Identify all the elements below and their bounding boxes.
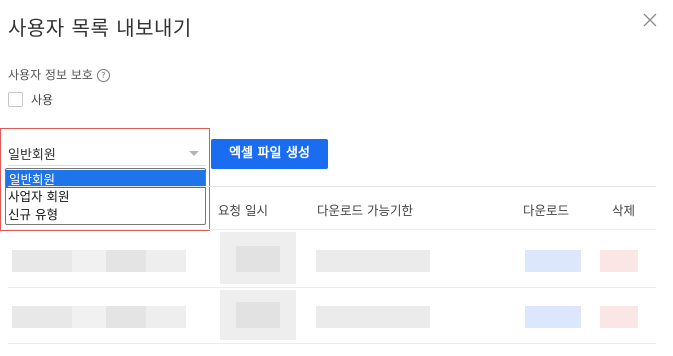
close-icon[interactable] [641,11,659,29]
redacted-cell [106,306,146,328]
redacted-cell [146,250,186,272]
row-separator [8,287,656,288]
redacted-download-button[interactable] [525,306,581,328]
privacy-checkbox-label[interactable]: 사용 [31,91,53,108]
member-type-value: 일반회원 [8,148,56,163]
select-underline [8,165,206,166]
redacted-cell [72,306,106,328]
redacted-cell [236,246,280,272]
redacted-delete-button[interactable] [600,306,638,328]
table-top-border [8,186,656,187]
privacy-label: 사용자 정보 보호 [8,68,93,82]
redacted-cell [72,250,106,272]
column-header-requested-at: 요청 일시 [218,203,268,218]
privacy-checkbox[interactable] [8,92,23,107]
redacted-delete-button[interactable] [600,250,638,272]
redacted-cell [12,250,72,272]
dialog-title: 사용자 목록 내보내기 [8,16,192,40]
member-type-select[interactable]: 일반회원 [8,143,206,166]
redacted-cell [316,306,430,328]
help-icon[interactable]: ? [96,69,110,82]
redacted-cell [106,250,146,272]
column-header-delete: 삭제 [612,203,636,218]
export-table: 요청 일시 다운로드 가능기한 다운로드 삭제 [8,186,656,344]
column-header-expiry: 다운로드 가능기한 [317,203,413,218]
redacted-cell [316,250,430,272]
redacted-cell [146,306,186,328]
privacy-section-label: 사용자 정보 보호? [8,66,110,83]
redacted-cell [12,306,72,328]
header-separator [8,229,656,230]
column-header-download: 다운로드 [523,203,570,218]
table-bottom-border [8,343,656,344]
chevron-down-icon [189,151,199,156]
redacted-download-button[interactable] [525,250,581,272]
redacted-cell [236,302,280,328]
create-excel-button[interactable]: 엑셀 파일 생성 [211,139,328,169]
